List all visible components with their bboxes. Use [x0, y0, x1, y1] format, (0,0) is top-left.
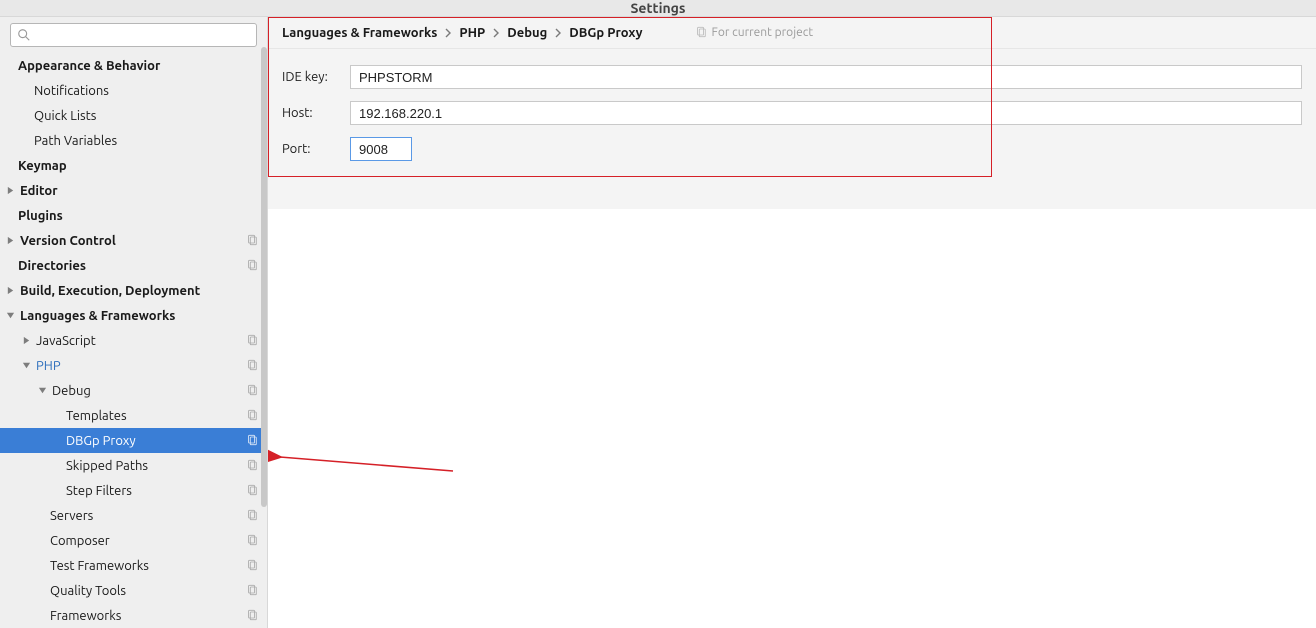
project-scope-icon: [246, 584, 259, 597]
project-scope-icon: [246, 334, 259, 347]
project-scope-icon: [695, 26, 708, 39]
sidebar-item-templates[interactable]: Templates: [0, 403, 267, 428]
sidebar-item-notifications[interactable]: Notifications: [0, 78, 267, 103]
chevron-right-icon[interactable]: [20, 335, 32, 347]
project-scope-icon: [246, 259, 259, 272]
sidebar-scrollbar-thumb[interactable]: [261, 47, 267, 507]
sidebar-item-label: Version Control: [20, 234, 242, 248]
sidebar-item-label: DBGp Proxy: [66, 434, 242, 448]
sidebar-scrollbar-track: [261, 47, 267, 628]
row-port: Port:: [282, 131, 1302, 167]
sidebar-item-label: JavaScript: [36, 334, 242, 348]
window-title-text: Settings: [630, 0, 685, 16]
project-scope-icon: [246, 509, 259, 522]
scope-hint-text: For current project: [712, 26, 814, 39]
row-host: Host:: [282, 95, 1302, 131]
chevron-right-icon: [493, 28, 499, 38]
project-scope-icon: [246, 359, 259, 372]
project-scope-icon: [246, 534, 259, 547]
input-port[interactable]: [350, 137, 412, 161]
body-area: Appearance & Behavior Notifications Quick …: [0, 16, 1316, 628]
sidebar-item-dbgp-proxy[interactable]: DBGp Proxy: [0, 428, 267, 453]
sidebar-item-appearance-behavior[interactable]: Appearance & Behavior: [0, 53, 267, 78]
chevron-down-icon[interactable]: [20, 360, 32, 372]
chevron-right-icon: [555, 28, 561, 38]
input-host[interactable]: [350, 101, 1302, 125]
sidebar-item-languages-frameworks[interactable]: Languages & Frameworks: [0, 303, 267, 328]
sidebar-item-label: Step Filters: [66, 484, 242, 498]
sidebar-item-label: Appearance & Behavior: [18, 59, 259, 73]
breadcrumb-segment[interactable]: Languages & Frameworks: [282, 26, 437, 40]
row-ide-key: IDE key:: [282, 59, 1302, 95]
breadcrumbs: Languages & Frameworks PHP Debug DBGp Proxy…: [268, 17, 1316, 49]
sidebar-item-label: Test Frameworks: [50, 559, 242, 573]
input-ide-key[interactable]: [350, 65, 1302, 89]
sidebar-item-label: Servers: [50, 509, 242, 523]
sidebar-item-skipped-paths[interactable]: Skipped Paths: [0, 453, 267, 478]
project-scope-icon: [246, 409, 259, 422]
search-icon: [17, 28, 31, 42]
chevron-right-icon[interactable]: [4, 285, 16, 297]
window-title: Settings: [0, 0, 1316, 16]
chevron-right-icon: [445, 28, 451, 38]
form-area: IDE key: Host: Port:: [268, 49, 1316, 209]
project-scope-icon: [246, 434, 259, 447]
search-field-wrap: [10, 23, 257, 47]
sidebar-item-editor[interactable]: Editor: [0, 178, 267, 203]
breadcrumb-segment[interactable]: Debug: [507, 26, 547, 40]
sidebar-item-label: Templates: [66, 409, 242, 423]
project-scope-icon: [246, 559, 259, 572]
project-scope-icon: [246, 384, 259, 397]
sidebar-item-label: Keymap: [18, 159, 259, 173]
project-scope-icon: [246, 234, 259, 247]
settings-window: Settings Appearance & Behavior Notificati…: [0, 0, 1316, 616]
content-below: [268, 209, 1316, 628]
sidebar-item-test-frameworks[interactable]: Test Frameworks: [0, 553, 267, 578]
sidebar-item-plugins[interactable]: Plugins: [0, 203, 267, 228]
sidebar-item-debug[interactable]: Debug: [0, 378, 267, 403]
main-panel: Languages & Frameworks PHP Debug DBGp Proxy…: [268, 17, 1316, 628]
sidebar-item-javascript[interactable]: JavaScript: [0, 328, 267, 353]
sidebar-item-label: Skipped Paths: [66, 459, 242, 473]
sidebar-item-label: Notifications: [34, 84, 259, 98]
sidebar-item-label: Directories: [18, 259, 242, 273]
search-wrap: [0, 17, 267, 53]
label-host: Host:: [282, 106, 340, 120]
sidebar-item-label: Editor: [20, 184, 259, 198]
sidebar-item-label: Composer: [50, 534, 242, 548]
sidebar-item-label: Quality Tools: [50, 584, 242, 598]
settings-tree: Appearance & Behavior Notifications Quick …: [0, 53, 267, 628]
sidebar-item-php[interactable]: PHP: [0, 353, 267, 378]
sidebar-item-servers[interactable]: Servers: [0, 503, 267, 528]
chevron-right-icon[interactable]: [4, 235, 16, 247]
sidebar: Appearance & Behavior Notifications Quick …: [0, 17, 268, 628]
sidebar-item-quick-lists[interactable]: Quick Lists: [0, 103, 267, 128]
sidebar-item-version-control[interactable]: Version Control: [0, 228, 267, 253]
sidebar-item-path-variables[interactable]: Path Variables: [0, 128, 267, 153]
sidebar-item-label: Debug: [52, 384, 242, 398]
label-ide-key: IDE key:: [282, 70, 340, 84]
label-port: Port:: [282, 142, 340, 156]
breadcrumb-segment[interactable]: PHP: [459, 26, 485, 40]
sidebar-item-directories[interactable]: Directories: [0, 253, 267, 278]
sidebar-item-composer[interactable]: Composer: [0, 528, 267, 553]
chevron-down-icon[interactable]: [36, 385, 48, 397]
sidebar-item-label: Build, Execution, Deployment: [20, 284, 259, 298]
chevron-down-icon[interactable]: [4, 310, 16, 322]
sidebar-item-label: Quick Lists: [34, 109, 259, 123]
project-scope-icon: [246, 459, 259, 472]
chevron-right-icon[interactable]: [4, 185, 16, 197]
sidebar-item-keymap[interactable]: Keymap: [0, 153, 267, 178]
breadcrumb-segment: DBGp Proxy: [569, 26, 642, 40]
sidebar-item-label: Plugins: [18, 209, 259, 223]
project-scope-icon: [246, 484, 259, 497]
sidebar-item-label: Path Variables: [34, 134, 259, 148]
sidebar-item-build-execution-deployment[interactable]: Build, Execution, Deployment: [0, 278, 267, 303]
scope-hint: For current project: [691, 26, 814, 39]
search-input[interactable]: [10, 23, 257, 47]
sidebar-item-label: Languages & Frameworks: [20, 309, 259, 323]
sidebar-item-quality-tools[interactable]: Quality Tools: [0, 578, 267, 603]
sidebar-item-step-filters[interactable]: Step Filters: [0, 478, 267, 503]
sidebar-item-label: PHP: [36, 359, 242, 373]
